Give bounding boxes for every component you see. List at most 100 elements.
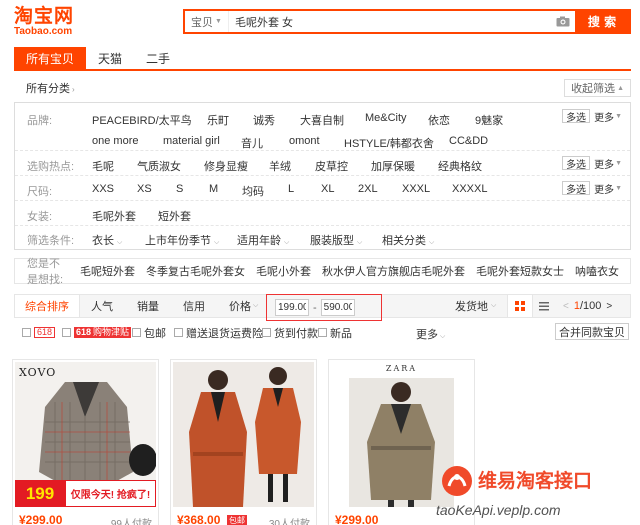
suggestion-link[interactable]: 秋水伊人官方旗舰店毛呢外套 xyxy=(322,263,465,279)
merge-same-items-button[interactable]: 合并同款宝贝 xyxy=(555,323,629,340)
filter-option[interactable]: HSTYLE/韩都衣舍 xyxy=(344,135,434,151)
filter-label: 女装: xyxy=(27,211,53,223)
more-label: 更多 xyxy=(594,113,615,124)
next-page-icon[interactable]: > xyxy=(606,301,612,312)
chevron-down-icon: ⌵ xyxy=(357,239,363,246)
filter-option[interactable]: XXXXL xyxy=(452,183,487,195)
product-image[interactable] xyxy=(173,362,314,507)
multi-select-button[interactable]: 多选 xyxy=(562,156,591,171)
more-subfilters-dropdown[interactable]: 更多 ⌵ xyxy=(416,326,445,342)
sort-popularity[interactable]: 人气 xyxy=(91,295,113,317)
filter-option[interactable]: CC&DD xyxy=(449,135,488,147)
condition-dropdown[interactable]: 相关分类 ⌵ xyxy=(382,232,434,248)
taobao-logo[interactable]: 淘宝网 Taobao.com xyxy=(14,6,94,37)
suggestion-link[interactable]: 冬季复古毛呢外套女 xyxy=(146,263,245,279)
multi-select-button[interactable]: 多选 xyxy=(562,109,591,124)
chevron-right-icon: › xyxy=(72,85,75,94)
checkbox[interactable] xyxy=(318,328,327,337)
filter-option[interactable]: 加厚保暖 xyxy=(371,158,415,174)
filter-option[interactable]: 音儿 xyxy=(241,135,263,151)
filter-option[interactable]: one more xyxy=(92,135,138,147)
collapse-filter-button[interactable]: 收起筛选 ▲ xyxy=(564,79,631,97)
filter-option[interactable]: 诚秀 xyxy=(253,112,275,128)
suggestion-link[interactable]: 毛呢外套短款女士 xyxy=(476,263,564,279)
checkbox[interactable] xyxy=(62,328,71,337)
filter-option[interactable]: PEACEBIRD/太平鸟 xyxy=(92,112,192,128)
chevron-down-icon: ⌵ xyxy=(284,239,290,246)
filter-option[interactable]: 依恋 xyxy=(428,112,450,128)
filter-option[interactable]: 均码 xyxy=(242,183,264,199)
condition-dropdown[interactable]: 适用年龄 ⌵ xyxy=(237,232,289,248)
product-image[interactable]: XOVO 199 仅限今天! 抢疯了! xyxy=(15,362,156,507)
chevron-down-icon: ⌵ xyxy=(429,239,435,246)
filter-option[interactable]: 乐町 xyxy=(207,112,229,128)
ship-from-dropdown[interactable]: 发货地 ⌵ xyxy=(455,295,496,317)
filter-option[interactable]: 修身显瘦 xyxy=(204,158,248,174)
filter-option[interactable]: XS xyxy=(137,183,152,195)
price-min-input[interactable] xyxy=(275,299,309,316)
filter-option[interactable]: S xyxy=(176,183,183,195)
camera-icon[interactable] xyxy=(551,11,575,32)
suggestion-link[interactable]: 呐嗑衣女 xyxy=(575,263,619,279)
filter-label: 选购热点: xyxy=(27,161,75,173)
tab-tmall[interactable]: 天猫 xyxy=(86,47,134,69)
checkbox-free-shipping[interactable]: 包邮 xyxy=(132,326,166,340)
search-input[interactable] xyxy=(229,11,551,32)
filter-option[interactable]: 气质淑女 xyxy=(137,158,181,174)
filter-option[interactable]: 9魅家 xyxy=(475,112,503,128)
all-categories-dropdown[interactable]: 所有分类 › xyxy=(26,80,75,96)
sort-price[interactable]: 价格 ⌵ xyxy=(229,295,258,317)
checkbox-new[interactable]: 新品 xyxy=(318,326,352,340)
condition-dropdown[interactable]: 服装版型 ⌵ xyxy=(310,232,362,248)
sort-credit[interactable]: 信用 xyxy=(183,295,205,317)
price-max-input[interactable] xyxy=(320,299,355,316)
chevron-down-icon: ⌵ xyxy=(438,333,446,340)
filter-option[interactable]: 毛呢 xyxy=(92,158,114,174)
sort-default[interactable]: 综合排序 xyxy=(15,295,80,317)
sort-sales[interactable]: 销量 xyxy=(137,295,159,317)
filter-option[interactable]: XXXL xyxy=(402,183,430,195)
multi-select-button[interactable]: 多选 xyxy=(562,181,591,196)
grid-view-icon[interactable] xyxy=(507,295,533,317)
search-button[interactable]: 搜 索 xyxy=(575,11,629,32)
search-category-select[interactable]: 宝贝 ▼ xyxy=(185,11,229,32)
product-card[interactable]: ¥368.00 包邮 30人付款 xyxy=(170,359,317,525)
filter-option[interactable]: Me&City xyxy=(365,112,407,124)
filter-option[interactable]: L xyxy=(288,183,294,195)
filter-option[interactable]: 毛呢外套 xyxy=(92,208,136,224)
checkbox-return-insurance[interactable]: 赠送退货运费险 xyxy=(174,326,263,340)
filter-option[interactable]: XXS xyxy=(92,183,114,195)
suggestion-bar: 您是不是想找: 毛呢短外套 冬季复古毛呢外套女 毛呢小外套 秋水伊人官方旗舰店毛… xyxy=(14,258,631,286)
suggestion-link[interactable]: 毛呢小外套 xyxy=(256,263,311,279)
price-range-box: - xyxy=(266,294,382,321)
filter-option[interactable]: 羊绒 xyxy=(269,158,291,174)
condition-dropdown[interactable]: 衣长 ⌵ xyxy=(92,232,122,248)
filter-option[interactable]: XL xyxy=(321,183,334,195)
filter-option[interactable]: 2XL xyxy=(358,183,378,195)
checkbox-618-shopping[interactable]: 618 购物津贴 xyxy=(62,326,132,339)
more-options-link[interactable]: 更多 ▼ xyxy=(594,156,622,171)
filter-option[interactable]: 大喜自制 xyxy=(300,112,344,128)
filter-option[interactable]: omont xyxy=(289,135,320,147)
condition-dropdown[interactable]: 上市年份季节 ⌵ xyxy=(145,232,219,248)
more-options-link[interactable]: 更多 ▼ xyxy=(594,181,622,196)
filter-option[interactable]: M xyxy=(209,183,218,195)
checkbox[interactable] xyxy=(174,328,183,337)
checkbox[interactable] xyxy=(262,328,271,337)
checkbox-cod[interactable]: 货到付款 xyxy=(262,326,318,340)
checkbox[interactable] xyxy=(22,328,31,337)
checkbox-618[interactable]: 618 xyxy=(22,326,56,339)
checkbox[interactable] xyxy=(132,328,141,337)
filter-option[interactable]: 经典格纹 xyxy=(438,158,482,174)
product-card[interactable]: XOVO 199 仅限今天! 抢疯了! ¥299.00 99人付款 xyxy=(12,359,159,525)
filter-option[interactable]: 皮草控 xyxy=(315,158,348,174)
filter-option[interactable]: material girl xyxy=(163,135,220,147)
tab-secondhand[interactable]: 二手 xyxy=(134,47,182,69)
tab-all[interactable]: 所有宝贝 xyxy=(14,47,87,69)
chevron-down-icon: ⌵ xyxy=(491,302,497,309)
prev-page-icon[interactable]: < xyxy=(563,301,569,312)
suggestion-link[interactable]: 毛呢短外套 xyxy=(80,263,135,279)
filter-option[interactable]: 短外套 xyxy=(158,208,191,224)
list-view-icon[interactable] xyxy=(533,295,555,317)
more-options-link[interactable]: 更多 ▼ xyxy=(594,109,622,124)
